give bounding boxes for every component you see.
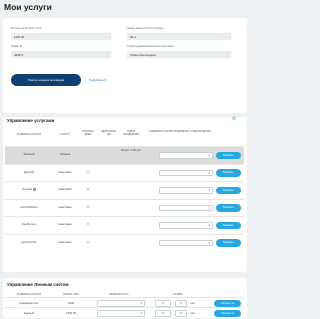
tariff-select[interactable]: ▼: [159, 239, 213, 246]
select-tariff-button[interactable]: Выбрать: [216, 169, 241, 177]
service-days: 0: [87, 205, 89, 209]
select-tariff-button[interactable]: Выбрать: [216, 221, 241, 229]
service-row: Анти-Бутбол Неактивна 0 ▼ Выбрать: [5, 233, 244, 252]
chevron-down-icon: ▼: [208, 241, 211, 245]
sum-kop-input[interactable]: 0: [175, 300, 187, 307]
more-link[interactable]: Подробнее ▾: [89, 78, 106, 82]
col-header-status: СТАТУС: [60, 133, 70, 136]
account-info-card: Остаток на Личном счете 1200.00 Номер аб…: [3, 18, 247, 113]
service-status: Неактивна: [58, 223, 72, 226]
acc-header-transfer: ПЕРЕНЕСТИ НА: [109, 293, 129, 296]
service-days: 0: [87, 170, 89, 174]
service-name: Умн.Фильтр: [21, 223, 37, 226]
account-name: Единый: [24, 311, 34, 315]
service-days: 0: [87, 188, 89, 191]
service-status: Активна: [59, 153, 71, 156]
service-status: Неактивна: [58, 170, 72, 174]
transfer-button[interactable]: Перенести: [214, 309, 241, 317]
services-card: Управление услугами ⟳ НАЗВАНИЕ УСЛУГИ СТ…: [3, 117, 247, 272]
repeat-activation-button[interactable]: Повтор номера активации: [11, 74, 81, 86]
tariff-manager-field[interactable]: Обмен Мессенджер: [127, 51, 231, 58]
account-row: Единый 1200.00 ▼ 0 0 коп. Перенести: [5, 307, 244, 317]
service-row: Личный i Неактивна 0 ▼ Выбрать: [5, 181, 244, 199]
service-status: Неактивна: [58, 240, 72, 244]
kop-unit-label: коп.: [190, 301, 196, 305]
col-header-days: ОСТАТОК ДНЕЙ: [82, 130, 94, 137]
page-title: Мои услуги: [4, 2, 52, 12]
chevron-down-icon: ▼: [208, 206, 211, 210]
kop-unit-label: коп.: [190, 311, 196, 315]
account-name: Надежный счет: [19, 301, 39, 305]
services-section-title: Управление услугами: [7, 118, 55, 123]
service-tariff: 100 руб. / 1200 руб.: [120, 150, 142, 152]
tariff-select[interactable]: ▼: [159, 152, 213, 159]
chevron-down-icon: ▼: [208, 154, 211, 157]
chevron-down-icon: ▼: [140, 302, 143, 305]
refresh-icon[interactable]: ⟳: [232, 117, 236, 122]
chevron-down-icon: ▼: [208, 189, 211, 192]
sum-rub-input[interactable]: 0: [155, 300, 171, 307]
accounts-card: Управление Личным счетом НАЗВАНИЕ УСЛУГИ…: [3, 278, 247, 318]
transfer-target-select[interactable]: ▼: [97, 310, 145, 317]
tariff-select[interactable]: ▼: [159, 169, 213, 176]
acc-header-amount: СУММА, РУБ.: [62, 293, 80, 296]
accounts-section-title: Управление Личным счетом: [7, 282, 69, 287]
tariff-select[interactable]: ▼: [159, 204, 213, 211]
service-name: Базовый: [23, 153, 35, 156]
col-header-change-tariff: ИЗМЕНИТЬ ТАРИФ ПРОДЛЕНИЯ / ПОДКЛЮЧЕНИЯ: [149, 130, 211, 133]
select-tariff-button[interactable]: Выбрать: [216, 239, 241, 247]
service-name: Детский: [24, 170, 34, 174]
chevron-down-icon: ▼: [208, 171, 211, 175]
service-name: Анти-Бутбол: [21, 240, 37, 244]
service-days: 0: [87, 240, 89, 244]
col-header-until: ДЕЙСТВУЕТ ДО: [101, 130, 117, 137]
tariff-manager-label: Тариф управляемым абонентом связи: [127, 45, 174, 48]
acc-header-name: НАЗВАНИЕ УСЛУГИ: [17, 293, 41, 296]
col-header-tariff: ТАРИФ ПРОДЛЕНИЯ: [123, 130, 139, 137]
service-row: АНТИ-КРАЖА Неактивна 0 ▼ Выбрать: [5, 198, 244, 217]
select-tariff-button[interactable]: Выбрать: [216, 204, 241, 212]
id-number-field[interactable]: 482871: [11, 51, 111, 58]
account-row: Надежный счет 1000 ▼ 0 0 коп. Перенести: [5, 297, 244, 307]
account-balance-field[interactable]: 1200.00: [11, 33, 111, 40]
service-row: Умн.Фильтр Неактивна 0 ▼ Выбрать: [5, 216, 244, 234]
service-days: 0: [87, 223, 89, 226]
contract-number-label: Номер абонентского договора: [127, 27, 164, 30]
service-row: Базовый Активна 100 руб. / 1200 руб. ▼ Выбра…: [5, 146, 244, 164]
service-name: Личный i: [22, 188, 36, 192]
acc-header-sum: СУММА: [173, 293, 183, 296]
sum-kop-input[interactable]: 0: [175, 310, 187, 317]
account-amount: 1000: [68, 301, 74, 305]
service-name: АНТИ-КРАЖА: [20, 205, 38, 209]
contract-number-field[interactable]: 90+1: [127, 33, 231, 40]
transfer-button[interactable]: Перенести: [214, 299, 241, 307]
service-row: Детский Неактивна 0 ▼ Выбрать: [5, 163, 244, 182]
account-amount: 1200.00: [66, 311, 76, 315]
tariff-select[interactable]: ▼: [159, 187, 213, 194]
transfer-target-select[interactable]: ▼: [97, 300, 145, 307]
select-tariff-button[interactable]: Выбрать: [216, 186, 241, 194]
sum-rub-input[interactable]: 0: [155, 310, 171, 317]
id-number-label: Номер ID: [11, 45, 23, 48]
service-status: Неактивна: [58, 188, 72, 191]
chevron-down-icon: ▼: [140, 312, 143, 315]
tariff-select[interactable]: ▼: [159, 222, 213, 229]
info-icon[interactable]: i: [32, 188, 36, 191]
account-balance-label: Остаток на Личном счете: [11, 27, 42, 30]
chevron-down-icon: ▼: [208, 224, 211, 227]
col-header-name: НАЗВАНИЕ УСЛУГИ: [17, 133, 41, 136]
service-status: Неактивна: [58, 205, 72, 209]
select-tariff-button[interactable]: Выбрать: [216, 151, 241, 159]
